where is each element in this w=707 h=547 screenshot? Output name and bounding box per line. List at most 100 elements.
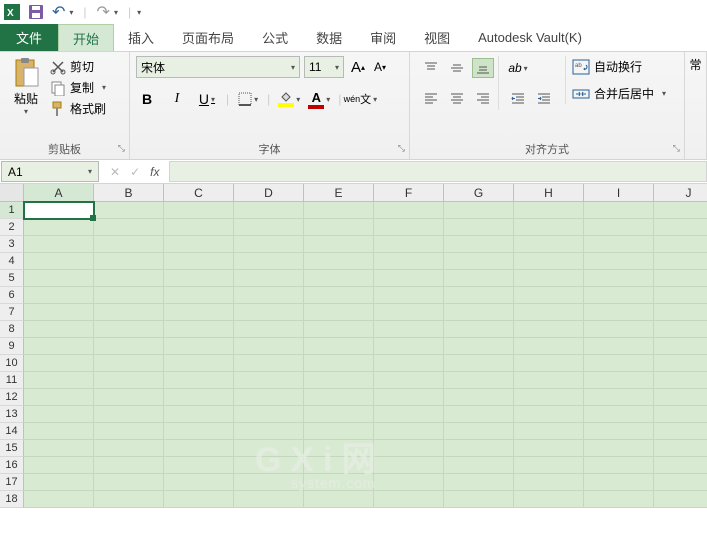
align-top-button[interactable] [420,58,442,78]
cell-D12[interactable] [234,389,304,406]
cell-F15[interactable] [374,440,444,457]
row-header-6[interactable]: 6 [0,287,24,304]
cell-I6[interactable] [584,287,654,304]
format-painter-button[interactable]: 格式刷 [50,100,106,117]
cell-H6[interactable] [514,287,584,304]
cell-A16[interactable] [24,457,94,474]
row-header-11[interactable]: 11 [0,372,24,389]
cell-F6[interactable] [374,287,444,304]
cell-A12[interactable] [24,389,94,406]
name-box[interactable]: A1 ▾ [1,161,99,182]
cell-G17[interactable] [444,474,514,491]
row-header-4[interactable]: 4 [0,253,24,270]
cell-G8[interactable] [444,321,514,338]
cell-B13[interactable] [94,406,164,423]
column-header-J[interactable]: J [654,184,707,202]
align-right-button[interactable] [472,88,494,108]
undo-dropdown[interactable]: ▾ [69,8,73,17]
cell-E11[interactable] [304,372,374,389]
cell-C15[interactable] [164,440,234,457]
cell-B8[interactable] [94,321,164,338]
cell-G9[interactable] [444,338,514,355]
cell-F10[interactable] [374,355,444,372]
row-header-2[interactable]: 2 [0,219,24,236]
cell-J18[interactable] [654,491,707,508]
cell-B15[interactable] [94,440,164,457]
cell-B10[interactable] [94,355,164,372]
row-header-3[interactable]: 3 [0,236,24,253]
border-button[interactable]: ▾ [237,88,259,110]
cell-E13[interactable] [304,406,374,423]
cell-A4[interactable] [24,253,94,270]
cell-H16[interactable] [514,457,584,474]
align-bottom-button[interactable] [472,58,494,78]
cell-J1[interactable] [654,202,707,219]
cell-D14[interactable] [234,423,304,440]
tab-view[interactable]: 视图 [410,24,464,51]
cell-C2[interactable] [164,219,234,236]
redo-button[interactable]: ↷ [97,2,110,22]
cell-A6[interactable] [24,287,94,304]
cell-G14[interactable] [444,423,514,440]
cell-H14[interactable] [514,423,584,440]
cell-D6[interactable] [234,287,304,304]
cell-I13[interactable] [584,406,654,423]
cell-A17[interactable] [24,474,94,491]
cell-I7[interactable] [584,304,654,321]
cell-E15[interactable] [304,440,374,457]
cell-B1[interactable] [94,202,164,219]
cell-H12[interactable] [514,389,584,406]
cell-A15[interactable] [24,440,94,457]
cell-C1[interactable] [164,202,234,219]
cell-D8[interactable] [234,321,304,338]
cell-G3[interactable] [444,236,514,253]
align-middle-button[interactable] [446,58,468,78]
column-header-H[interactable]: H [514,184,584,202]
row-header-10[interactable]: 10 [0,355,24,372]
cell-F7[interactable] [374,304,444,321]
cell-J16[interactable] [654,457,707,474]
cell-F14[interactable] [374,423,444,440]
wrap-text-button[interactable]: ab 自动换行 [572,58,666,75]
font-color-button[interactable]: A ▾ [308,90,330,109]
cell-D15[interactable] [234,440,304,457]
number-format-partial[interactable]: 常 [690,56,702,73]
cell-I15[interactable] [584,440,654,457]
cell-C10[interactable] [164,355,234,372]
cell-C18[interactable] [164,491,234,508]
cell-F9[interactable] [374,338,444,355]
cell-E5[interactable] [304,270,374,287]
column-header-I[interactable]: I [584,184,654,202]
copy-button[interactable]: 复制▾ [50,79,106,96]
cell-G11[interactable] [444,372,514,389]
underline-button[interactable]: U▾ [196,88,218,110]
cell-F12[interactable] [374,389,444,406]
cell-A14[interactable] [24,423,94,440]
cell-E18[interactable] [304,491,374,508]
cell-C9[interactable] [164,338,234,355]
cell-I17[interactable] [584,474,654,491]
cell-G13[interactable] [444,406,514,423]
fill-color-button[interactable]: ▾ [278,91,300,107]
cell-E3[interactable] [304,236,374,253]
cell-A18[interactable] [24,491,94,508]
cell-J6[interactable] [654,287,707,304]
cell-F16[interactable] [374,457,444,474]
cell-H8[interactable] [514,321,584,338]
row-header-1[interactable]: 1 [0,202,24,219]
cell-F18[interactable] [374,491,444,508]
cell-G18[interactable] [444,491,514,508]
cell-J17[interactable] [654,474,707,491]
cell-D1[interactable] [234,202,304,219]
cell-F2[interactable] [374,219,444,236]
align-left-button[interactable] [420,88,442,108]
cell-B11[interactable] [94,372,164,389]
cell-E1[interactable] [304,202,374,219]
cell-F11[interactable] [374,372,444,389]
column-header-B[interactable]: B [94,184,164,202]
row-header-12[interactable]: 12 [0,389,24,406]
cell-I2[interactable] [584,219,654,236]
cell-B14[interactable] [94,423,164,440]
italic-button[interactable]: I [166,88,188,110]
cell-I18[interactable] [584,491,654,508]
